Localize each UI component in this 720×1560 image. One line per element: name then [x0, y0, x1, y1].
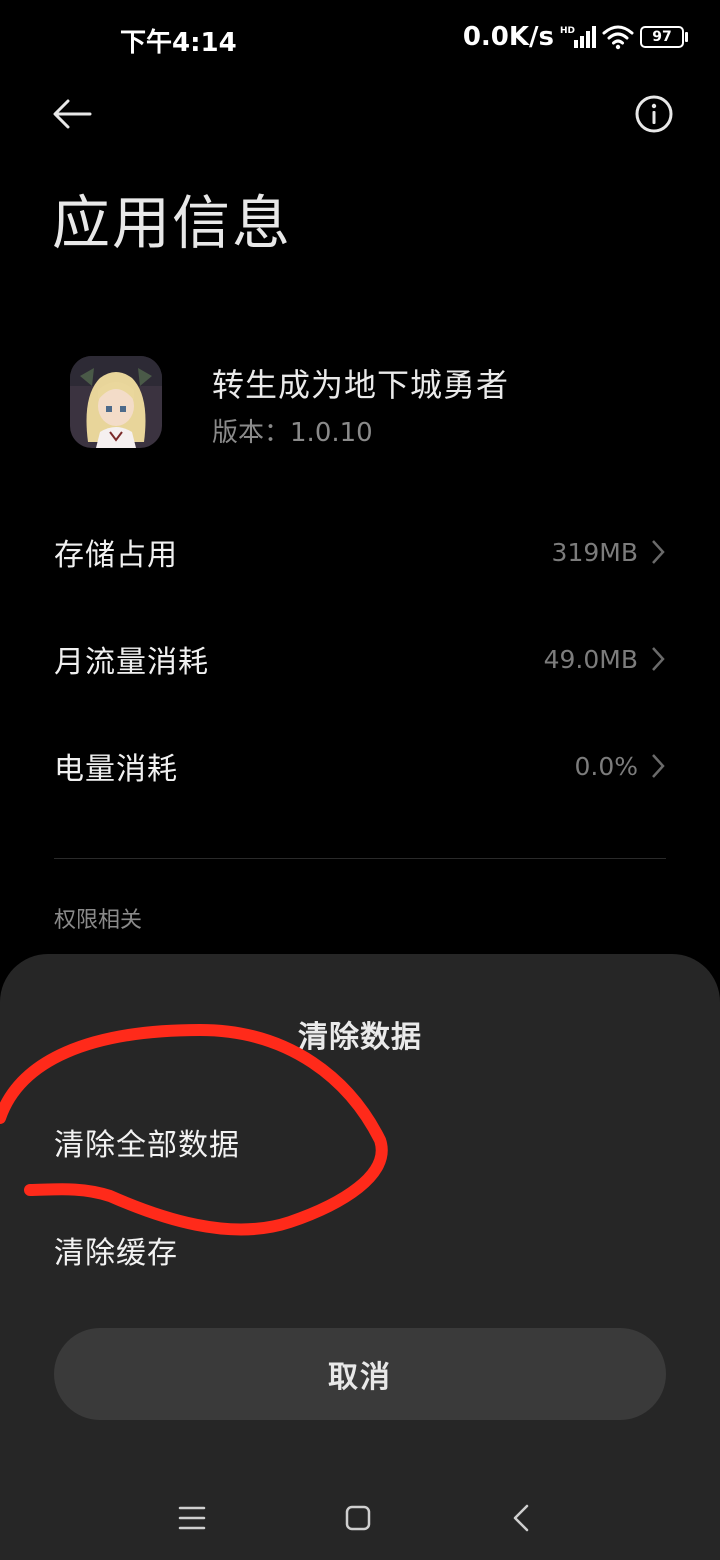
row-label: 月流量消耗 [54, 645, 209, 680]
back-icon[interactable] [502, 1498, 542, 1538]
battery-usage-row[interactable]: 电量消耗 0.0% [54, 731, 666, 801]
page-title: 应用信息 [52, 189, 293, 257]
network-speed: 0.0K/s [462, 22, 554, 52]
row-value: 0.0% [574, 751, 638, 781]
row-label: 电量消耗 [54, 752, 178, 787]
home-icon[interactable] [338, 1498, 378, 1538]
version-label: 版本： [212, 418, 291, 448]
signal-icon: HD [560, 26, 596, 48]
battery-icon: 97 [640, 26, 688, 48]
row-label: 存储占用 [54, 538, 178, 573]
app-version: 版本：1.0.10 [212, 412, 373, 449]
chevron-right-icon [652, 540, 665, 564]
clear-data-sheet: 清除数据 清除全部数据 清除缓存 取消 [0, 954, 720, 1560]
battery-level: 97 [652, 29, 672, 45]
row-value: 319MB [551, 537, 638, 567]
row-value: 49.0MB [543, 644, 638, 674]
status-time: 下午4:14 [120, 28, 237, 58]
chevron-right-icon [652, 754, 665, 778]
chevron-right-icon [652, 647, 665, 671]
section-header-permissions: 权限相关 [54, 908, 143, 933]
menu-icon[interactable] [172, 1498, 212, 1538]
navigation-bar [0, 1488, 720, 1548]
info-icon[interactable] [634, 94, 674, 134]
data-usage-row[interactable]: 月流量消耗 49.0MB [54, 624, 666, 694]
app-name: 转生成为地下城勇者 [212, 366, 510, 404]
svg-text:HD: HD [560, 26, 575, 36]
status-bar: 下午4:14 0.0K/s HD 97 [0, 0, 720, 84]
sheet-title: 清除数据 [298, 1020, 422, 1055]
cancel-button[interactable]: 取消 [54, 1328, 666, 1420]
app-icon [70, 356, 162, 448]
wifi-icon [602, 25, 634, 50]
divider [54, 858, 666, 859]
storage-row[interactable]: 存储占用 319MB [54, 517, 666, 587]
clear-all-data-option[interactable]: 清除全部数据 [54, 1120, 240, 1164]
status-indicators: 0.0K/s HD 97 [462, 22, 688, 52]
clear-cache-option[interactable]: 清除缓存 [54, 1228, 178, 1272]
version-value: 1.0.10 [290, 418, 373, 448]
back-arrow-icon[interactable] [50, 92, 94, 136]
